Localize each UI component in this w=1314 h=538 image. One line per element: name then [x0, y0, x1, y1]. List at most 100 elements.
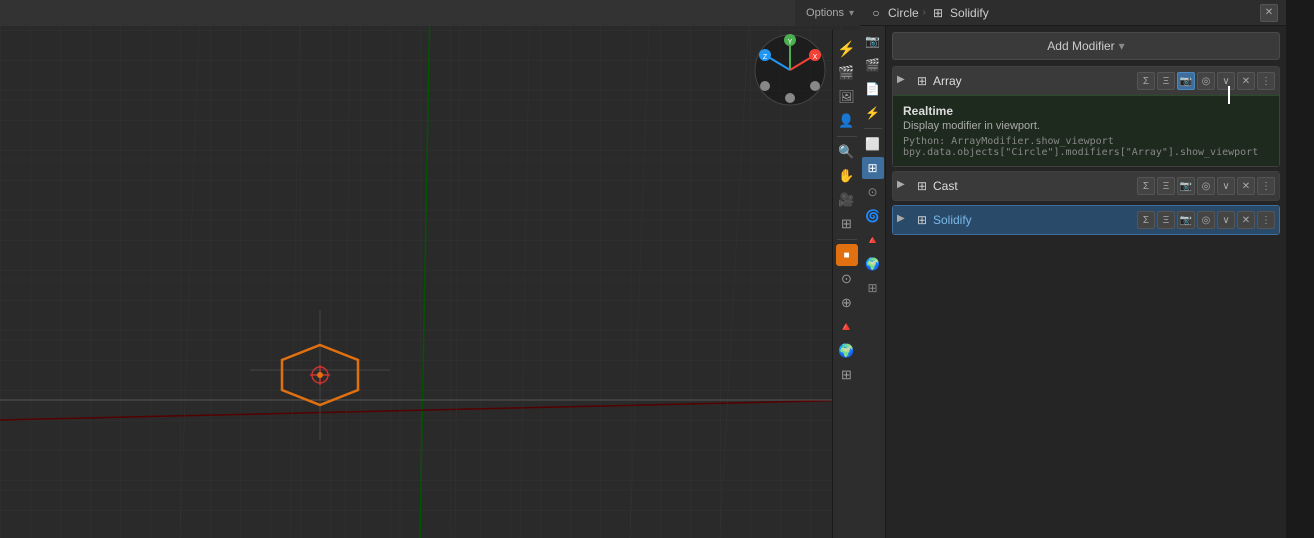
- modifier-solidify: ▶ ⊞ Solidify Σ Ξ 📷 ◎ ∨ ✕ ⋮: [892, 205, 1280, 235]
- viewport-tool-10[interactable]: ⊙: [836, 268, 858, 290]
- solidify-expand[interactable]: ▶: [897, 213, 911, 227]
- sidebar-divider: [864, 128, 882, 129]
- viewport-tool-5[interactable]: 🔍: [836, 141, 858, 163]
- prop-sidebar-physics[interactable]: 🌀: [862, 205, 884, 227]
- viewport-tool-11[interactable]: ⊕: [836, 292, 858, 314]
- viewport-tool-7[interactable]: 🎥: [836, 189, 858, 211]
- cast-realtime-btn[interactable]: 📷: [1177, 177, 1195, 195]
- prop-sidebar-view[interactable]: 📄: [862, 78, 884, 100]
- svg-text:Y: Y: [788, 39, 793, 46]
- solidify-collapse-btn[interactable]: ∨: [1217, 211, 1235, 229]
- modifier-cast-header: ▶ ⊞ Cast Σ Ξ 📷 ◎ ∨ ✕ ⋮: [893, 172, 1279, 200]
- array-name: Array: [933, 74, 1134, 88]
- cast-menu-btn[interactable]: ⋮: [1257, 177, 1275, 195]
- modifier-array-header: ▶ ⊞ Array Σ Ξ 📷 ◎ ∨ ✕ ⋮: [893, 67, 1279, 95]
- prop-sidebar-particles[interactable]: ⊙: [862, 181, 884, 203]
- cast-controls: Σ Ξ 📷 ◎ ∨ ✕ ⋮: [1137, 177, 1275, 195]
- array-tooltip: Realtime Display modifier in viewport. P…: [893, 95, 1279, 166]
- gizmo[interactable]: Y X Z: [750, 30, 830, 110]
- breadcrumb: ○ Circle › ⊞ Solidify: [868, 5, 1254, 21]
- prop-sidebar-scene[interactable]: ⚡: [862, 102, 884, 124]
- solidify-apply-btn[interactable]: ◎: [1197, 211, 1215, 229]
- array-controls: Σ Ξ 📷 ◎ ∨ ✕ ⋮: [1137, 72, 1275, 90]
- viewport-toolbar: ⚡ 🎬 🖼 👤 🔍 ✋ 🎥 ⊞ ■ ⊙ ⊕ 🔺 🌍 ⊞: [832, 30, 860, 538]
- solidify-controls: Σ Ξ 📷 ◎ ∨ ✕ ⋮: [1137, 211, 1275, 229]
- viewport-tool-4[interactable]: 👤: [836, 110, 858, 132]
- svg-text:Z: Z: [763, 54, 768, 61]
- solidify-editmode-btn[interactable]: Ξ: [1157, 211, 1175, 229]
- viewport[interactable]: Options ▾ Y X Z ⚡ 🎬 🖼 👤: [0, 0, 860, 538]
- array-render-btn[interactable]: Σ: [1137, 72, 1155, 90]
- array-expand[interactable]: ▶: [897, 74, 911, 88]
- cast-name: Cast: [933, 179, 1134, 193]
- solidify-name: Solidify: [933, 213, 1134, 227]
- solidify-icon: ⊞: [914, 212, 930, 228]
- array-apply-btn[interactable]: ◎: [1197, 72, 1215, 90]
- breadcrumb-separator: ›: [923, 7, 926, 18]
- properties-header: ○ Circle › ⊞ Solidify ✕: [860, 0, 1286, 26]
- tooltip-python1: Python: ArrayModifier.show_viewport: [903, 136, 1269, 147]
- cursor: [1228, 86, 1230, 104]
- tooltip-desc: Display modifier in viewport.: [903, 120, 1269, 132]
- viewport-tool-9[interactable]: ■: [836, 244, 858, 266]
- prop-sidebar-constraints[interactable]: 🔺: [862, 229, 884, 251]
- viewport-tool-3[interactable]: 🖼: [836, 86, 858, 108]
- viewport-tool-8[interactable]: ⊞: [836, 213, 858, 235]
- tooltip-python2: bpy.data.objects["Circle"].modifiers["Ar…: [903, 147, 1269, 158]
- header-close-btn[interactable]: ✕: [1260, 4, 1278, 22]
- cast-render-btn[interactable]: Σ: [1137, 177, 1155, 195]
- prop-sidebar-data[interactable]: 🌍: [862, 253, 884, 275]
- array-icon: ⊞: [914, 73, 930, 89]
- viewport-topbar: [0, 0, 860, 26]
- modifier-cast: ▶ ⊞ Cast Σ Ξ 📷 ◎ ∨ ✕ ⋮: [892, 171, 1280, 201]
- array-close-btn[interactable]: ✕: [1237, 72, 1255, 90]
- solidify-realtime-btn[interactable]: 📷: [1177, 211, 1195, 229]
- cast-editmode-btn[interactable]: Ξ: [1157, 177, 1175, 195]
- viewport-tool-14[interactable]: ⊞: [836, 364, 858, 386]
- cast-close-btn[interactable]: ✕: [1237, 177, 1255, 195]
- viewport-tool-1[interactable]: ⚡: [836, 38, 858, 60]
- viewport-tool-6[interactable]: ✋: [836, 165, 858, 187]
- array-collapse-btn[interactable]: ∨: [1217, 72, 1235, 90]
- viewport-tool-12[interactable]: 🔺: [836, 316, 858, 338]
- properties-panel: ○ Circle › ⊞ Solidify ✕ 📷 🎬 📄 ⚡ ⬜ ⊞ ⊙ 🌀 …: [860, 0, 1286, 538]
- prop-sidebar-material[interactable]: ⊞: [862, 277, 884, 299]
- gizmo-svg: Y X Z: [750, 30, 830, 110]
- cast-apply-btn[interactable]: ◎: [1197, 177, 1215, 195]
- modifier-icon: ⊞: [930, 5, 946, 21]
- prop-sidebar-render[interactable]: 📷: [862, 30, 884, 52]
- modifier-array: ▶ ⊞ Array Σ Ξ 📷 ◎ ∨ ✕ ⋮: [892, 66, 1280, 167]
- add-modifier-button[interactable]: Add Modifier ▾: [892, 32, 1280, 60]
- prop-sidebar-modifier[interactable]: ⊞: [862, 157, 884, 179]
- toolbar-divider: [837, 136, 857, 137]
- cast-expand[interactable]: ▶: [897, 179, 911, 193]
- array-menu-btn[interactable]: ⋮: [1257, 72, 1275, 90]
- prop-sidebar-output[interactable]: 🎬: [862, 54, 884, 76]
- options-dropdown-icon: ▾: [849, 8, 854, 19]
- cast-collapse-btn[interactable]: ∨: [1217, 177, 1235, 195]
- properties-content: 📷 🎬 📄 ⚡ ⬜ ⊞ ⊙ 🌀 🔺 🌍 ⊞ Add Modifier ▾ ▶: [860, 26, 1286, 538]
- prop-sidebar-object[interactable]: ⬜: [862, 133, 884, 155]
- svg-text:X: X: [813, 54, 818, 61]
- header-right-controls: ✕: [1260, 4, 1278, 22]
- add-modifier-arrow: ▾: [1119, 39, 1125, 53]
- array-editmode-btn[interactable]: Ξ: [1157, 72, 1175, 90]
- object-icon: ○: [868, 5, 884, 21]
- modifier-name: Solidify: [950, 6, 989, 20]
- array-realtime-btn[interactable]: 📷: [1177, 72, 1195, 90]
- tooltip-title: Realtime: [903, 104, 1269, 118]
- toolbar-divider2: [837, 239, 857, 240]
- properties-main: Add Modifier ▾ ▶ ⊞ Array Σ Ξ 📷 ◎ ∨: [886, 26, 1286, 538]
- add-modifier-label: Add Modifier: [1047, 39, 1114, 53]
- viewport-tool-13[interactable]: 🌍: [836, 340, 858, 362]
- solidify-close-btn[interactable]: ✕: [1237, 211, 1255, 229]
- viewport-tool-2[interactable]: 🎬: [836, 62, 858, 84]
- solidify-render-btn[interactable]: Σ: [1137, 211, 1155, 229]
- options-button[interactable]: Options: [801, 5, 849, 21]
- viewport-grid: [0, 0, 860, 538]
- object-name: Circle: [888, 6, 919, 20]
- properties-sidebar: 📷 🎬 📄 ⚡ ⬜ ⊞ ⊙ 🌀 🔺 🌍 ⊞: [860, 26, 886, 538]
- solidify-menu-btn[interactable]: ⋮: [1257, 211, 1275, 229]
- cast-icon: ⊞: [914, 178, 930, 194]
- modifier-solidify-header: ▶ ⊞ Solidify Σ Ξ 📷 ◎ ∨ ✕ ⋮: [893, 206, 1279, 234]
